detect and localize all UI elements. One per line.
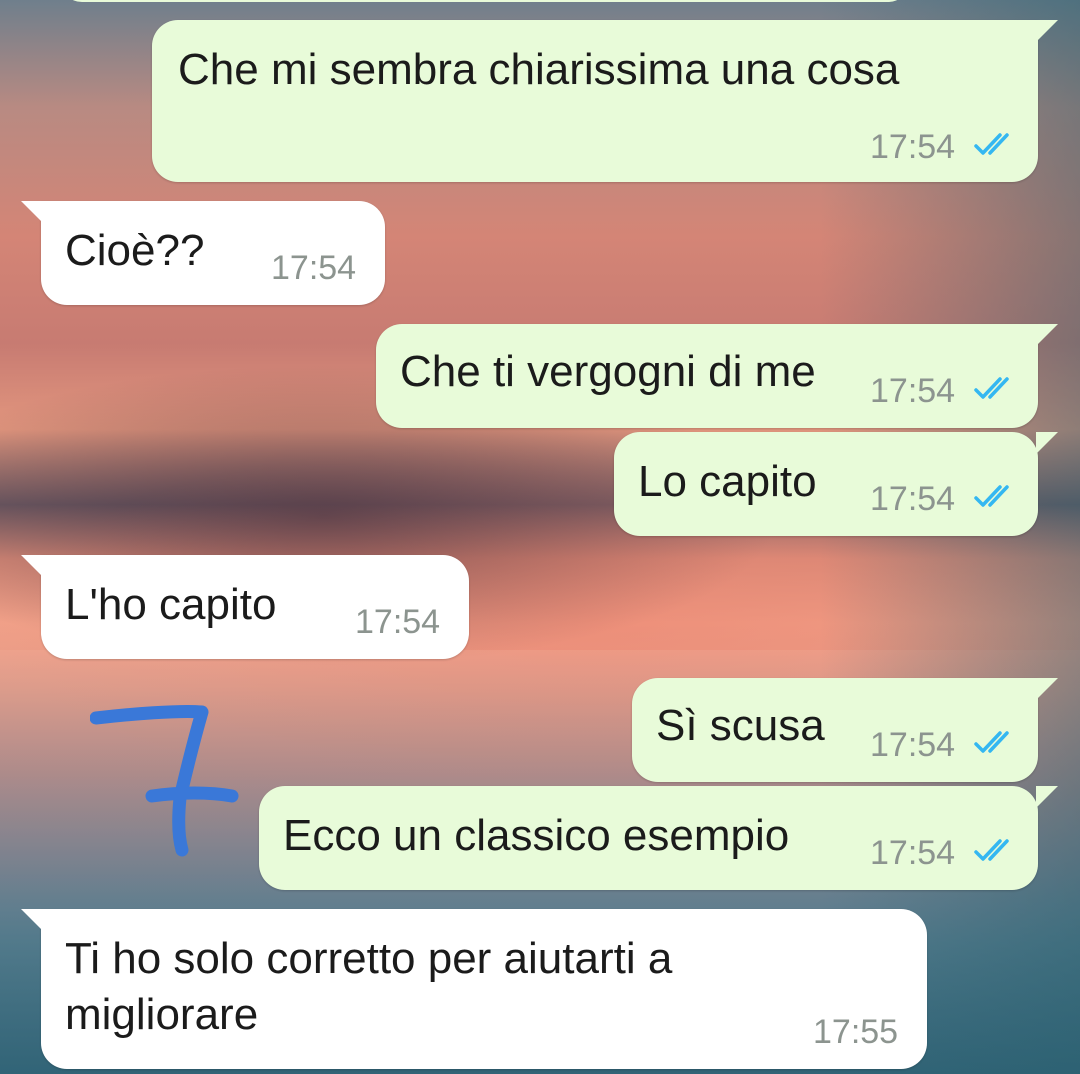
message-bubble-incoming[interactable]: Cioè?? 17:54 — [21, 201, 385, 305]
message-bubble-outgoing[interactable]: Lo capito 17:54 — [614, 432, 1058, 536]
message-time: 17:55 — [813, 1013, 899, 1051]
double-check-icon — [974, 839, 1009, 861]
message-text: Ecco un classico esempio — [283, 811, 790, 860]
message-bubble-outgoing[interactable]: Che ti vergogni di me 17:54 — [376, 324, 1058, 428]
double-check-icon — [974, 731, 1009, 753]
message-time: 17:54 — [870, 480, 956, 518]
message-bubble-outgoing[interactable]: Che mi sembra chiarissima una cosa 17:54 — [152, 20, 1058, 182]
message-text: L'ho capito — [65, 580, 277, 629]
message-text: Che mi sembra chiarissima una cosa — [178, 45, 900, 94]
message-text-line-2: migliorare — [65, 990, 259, 1039]
previous-message-bubble-edge — [60, 0, 910, 2]
message-text: Che ti vergogni di me — [400, 347, 816, 396]
double-check-icon — [974, 133, 1009, 155]
message-time: 17:54 — [271, 249, 357, 287]
message-text: Cioè?? — [65, 226, 205, 275]
message-time: 17:54 — [870, 834, 956, 872]
message-text: Lo capito — [638, 457, 817, 506]
message-bubble-outgoing[interactable]: Ecco un classico esempio 17:54 — [259, 786, 1058, 890]
message-time: 17:54 — [870, 726, 956, 764]
message-time: 17:54 — [355, 603, 441, 641]
hand-drawn-seven-annotation — [90, 704, 239, 857]
message-text: Sì scusa — [656, 701, 825, 750]
message-bubble-incoming[interactable]: Ti ho solo corretto per aiutarti a migli… — [21, 909, 927, 1069]
message-time: 17:54 — [870, 128, 956, 166]
message-text-line-1: Ti ho solo corretto per aiutarti a — [65, 934, 673, 983]
double-check-icon — [974, 377, 1009, 399]
double-check-icon — [974, 485, 1009, 507]
message-time: 17:54 — [870, 372, 956, 410]
message-bubble-outgoing[interactable]: Sì scusa 17:54 — [632, 678, 1058, 782]
message-bubble-incoming[interactable]: L'ho capito 17:54 — [21, 555, 469, 659]
